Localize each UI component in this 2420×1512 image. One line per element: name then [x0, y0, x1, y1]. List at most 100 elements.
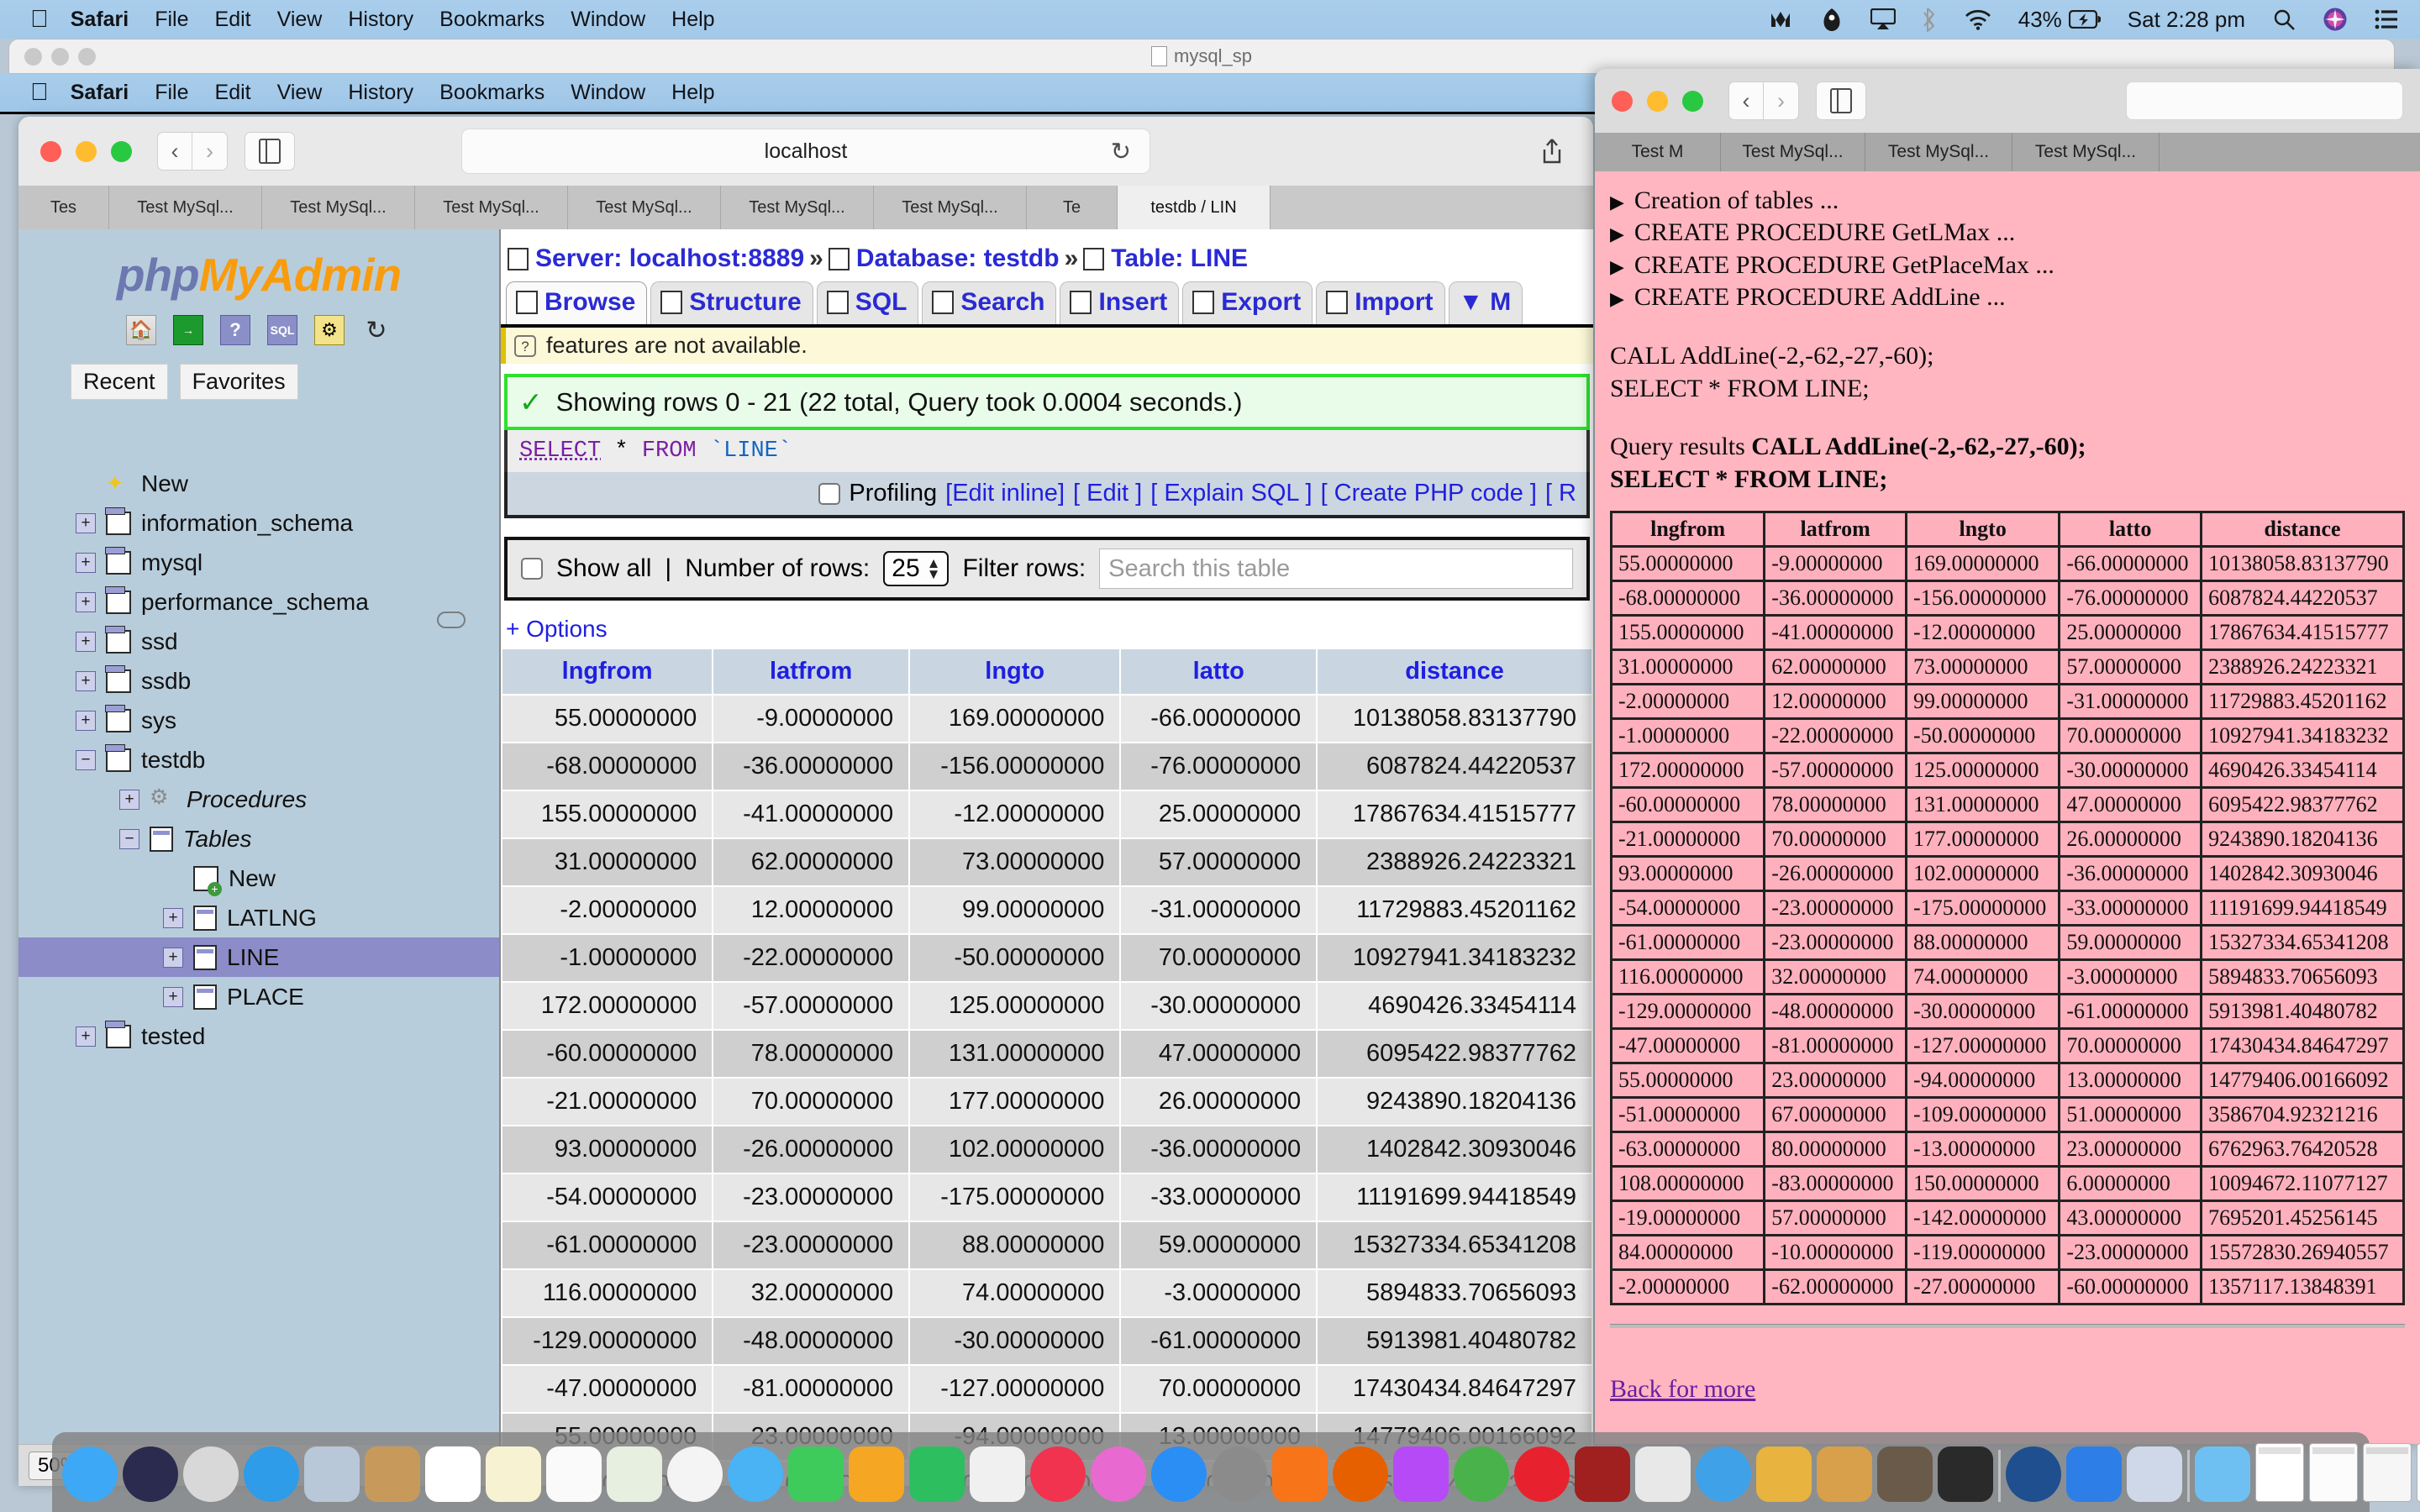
list-item[interactable]: ▶ CREATE PROCEDURE AddLine ... — [1610, 281, 2405, 313]
menu-item-window[interactable]: Window — [571, 8, 645, 32]
tree-item-new-table[interactable]: New — [18, 858, 499, 898]
browser-tab[interactable]: Test MySql... — [262, 186, 415, 229]
sequel-pro-icon[interactable] — [1635, 1446, 1691, 1502]
menu-item-safari-secondary[interactable]: Safari — [71, 81, 129, 105]
malwarebytes-icon[interactable] — [1768, 7, 1793, 32]
home-icon[interactable]: 🏠 — [126, 315, 156, 345]
filezilla-icon[interactable] — [1575, 1446, 1630, 1502]
tab-recent[interactable]: Recent — [71, 364, 168, 400]
news-icon[interactable] — [1030, 1446, 1086, 1502]
terminal-icon[interactable] — [1938, 1446, 1993, 1502]
address-bar[interactable]: localhost ↻ — [461, 129, 1150, 174]
help-icon[interactable]: ? — [220, 315, 250, 345]
filter-rows-input[interactable]: Search this table — [1099, 549, 1573, 589]
maximize-button[interactable] — [111, 140, 132, 162]
column-header-lngto[interactable]: lngto — [910, 649, 1120, 694]
menu-item-help[interactable]: Help — [671, 8, 714, 32]
itunes-icon[interactable] — [1091, 1446, 1146, 1502]
control-center-icon[interactable] — [2375, 9, 2398, 29]
browser-tab[interactable]: Test MySql... — [568, 186, 721, 229]
table-row[interactable]: 172.00000000 -57.00000000 125.00000000 -30.… — [502, 983, 1591, 1029]
browser-tab[interactable]: Test MySql... — [1721, 133, 1865, 171]
yellow-app-icon[interactable] — [1756, 1446, 1812, 1502]
tab-import[interactable]: Import — [1316, 281, 1445, 324]
expander[interactable]: + — [163, 986, 183, 1007]
back-for-more-link[interactable]: Back for more — [1610, 1375, 1755, 1403]
sql-icon[interactable]: SQL — [267, 315, 297, 345]
pages-icon[interactable] — [970, 1446, 1025, 1502]
browser-tab[interactable]: Tes — [18, 186, 109, 229]
tab-favorites[interactable]: Favorites — [179, 364, 298, 400]
table-row[interactable]: -129.00000000 -48.00000000 -30.00000000 -61… — [502, 1318, 1591, 1364]
options-toggle-link[interactable]: + Options — [506, 616, 1593, 643]
expander[interactable]: + — [163, 907, 183, 928]
table-row[interactable]: 155.00000000 -41.00000000 -12.00000000 25.0… — [502, 791, 1591, 837]
tree-item-latlng[interactable]: + LATLNG — [18, 898, 499, 937]
messages-icon[interactable] — [728, 1446, 783, 1502]
browser-tab[interactable]: Test M — [1595, 133, 1721, 171]
opera-icon[interactable] — [1514, 1446, 1570, 1502]
refresh-link[interactable]: [ R — [1545, 480, 1576, 507]
breadcrumb-database[interactable]: Database: testdb — [856, 244, 1060, 273]
quicktime-icon[interactable] — [2006, 1446, 2061, 1502]
menu-item-bookmarks[interactable]: Bookmarks — [439, 8, 544, 32]
create-php-code-link[interactable]: [ Create PHP code ] — [1321, 480, 1537, 507]
minimize-button[interactable] — [1647, 90, 1668, 112]
menu-item-history-secondary[interactable]: History — [348, 81, 413, 105]
browser-tab[interactable]: Test MySql... — [2012, 133, 2160, 171]
edit-inline-link[interactable]: [Edit inline] — [945, 480, 1065, 507]
show-all-checkbox[interactable] — [521, 558, 543, 580]
column-header-latfrom[interactable]: latfrom — [713, 649, 909, 694]
tab-more[interactable]: ▼ M — [1448, 281, 1523, 324]
close-button[interactable] — [1612, 90, 1633, 112]
tree-item-place[interactable]: + PLACE — [18, 977, 499, 1016]
tree-item-information-schema[interactable]: + information_schema — [18, 503, 499, 543]
photos-icon[interactable] — [667, 1446, 723, 1502]
tab-browse[interactable]: Browse — [506, 281, 648, 324]
safari-icon[interactable] — [244, 1446, 299, 1502]
siri-icon[interactable] — [123, 1446, 178, 1502]
explain-sql-link[interactable]: [ Explain SQL ] — [1150, 480, 1312, 507]
tab-sql[interactable]: SQL — [816, 281, 919, 324]
menu-item-view[interactable]: View — [277, 8, 323, 32]
search-icon[interactable] — [2272, 8, 2296, 31]
expander[interactable]: + — [163, 947, 183, 968]
tab-insert[interactable]: Insert — [1060, 281, 1180, 324]
maximize-button[interactable] — [1682, 90, 1703, 112]
pink-address-bar[interactable] — [2126, 81, 2403, 120]
reminders-icon[interactable] — [546, 1446, 602, 1502]
expander[interactable]: + — [76, 512, 96, 533]
menu-item-edit-secondary[interactable]: Edit — [215, 81, 251, 105]
sidebar-toggle-button[interactable] — [1816, 81, 1866, 120]
expander[interactable]: − — [119, 828, 139, 849]
menu-item-edit[interactable]: Edit — [215, 8, 251, 32]
back-button[interactable]: ‹ — [157, 132, 192, 171]
minimize-button[interactable] — [76, 140, 97, 162]
expander[interactable]: − — [76, 749, 96, 770]
tree-item-new[interactable]: ✦ New — [18, 464, 499, 503]
menu-item-file-secondary[interactable]: File — [155, 81, 188, 105]
column-header-lngfrom[interactable]: lngfrom — [502, 649, 713, 694]
back-button[interactable]: ‹ — [1728, 81, 1764, 120]
window-icon[interactable] — [2255, 1443, 2304, 1502]
gimp-icon[interactable] — [1877, 1446, 1933, 1502]
menu-item-file[interactable]: File — [155, 8, 188, 32]
apple-menu-icon-secondary[interactable]:  — [30, 81, 49, 105]
table-row[interactable]: -47.00000000 -81.00000000 -127.00000000 70.… — [502, 1366, 1591, 1412]
reload-icon[interactable]: ↻ — [1111, 137, 1131, 166]
clock-label[interactable]: Sat 2:28 pm — [2128, 7, 2245, 33]
window-icon[interactable] — [2309, 1443, 2358, 1502]
tree-item-procedures[interactable]: + ⚙ Procedures — [18, 780, 499, 819]
photos-old-icon[interactable] — [304, 1446, 360, 1502]
browser-tab[interactable]: Test MySql... — [721, 186, 874, 229]
tree-item-testdb[interactable]: − testdb — [18, 740, 499, 780]
window-icon[interactable] — [2417, 1443, 2420, 1502]
tree-item-ssdb[interactable]: + ssdb — [18, 661, 499, 701]
table-row[interactable]: 93.00000000 -26.00000000 102.00000000 -36.0… — [502, 1126, 1591, 1173]
share-button[interactable] — [1533, 132, 1571, 171]
forward-button[interactable]: › — [1764, 81, 1799, 120]
keynote-icon[interactable] — [849, 1446, 904, 1502]
breadcrumb-server[interactable]: Server: localhost:8889 — [535, 244, 804, 273]
expander[interactable]: + — [76, 591, 96, 612]
close-button[interactable] — [40, 140, 61, 162]
